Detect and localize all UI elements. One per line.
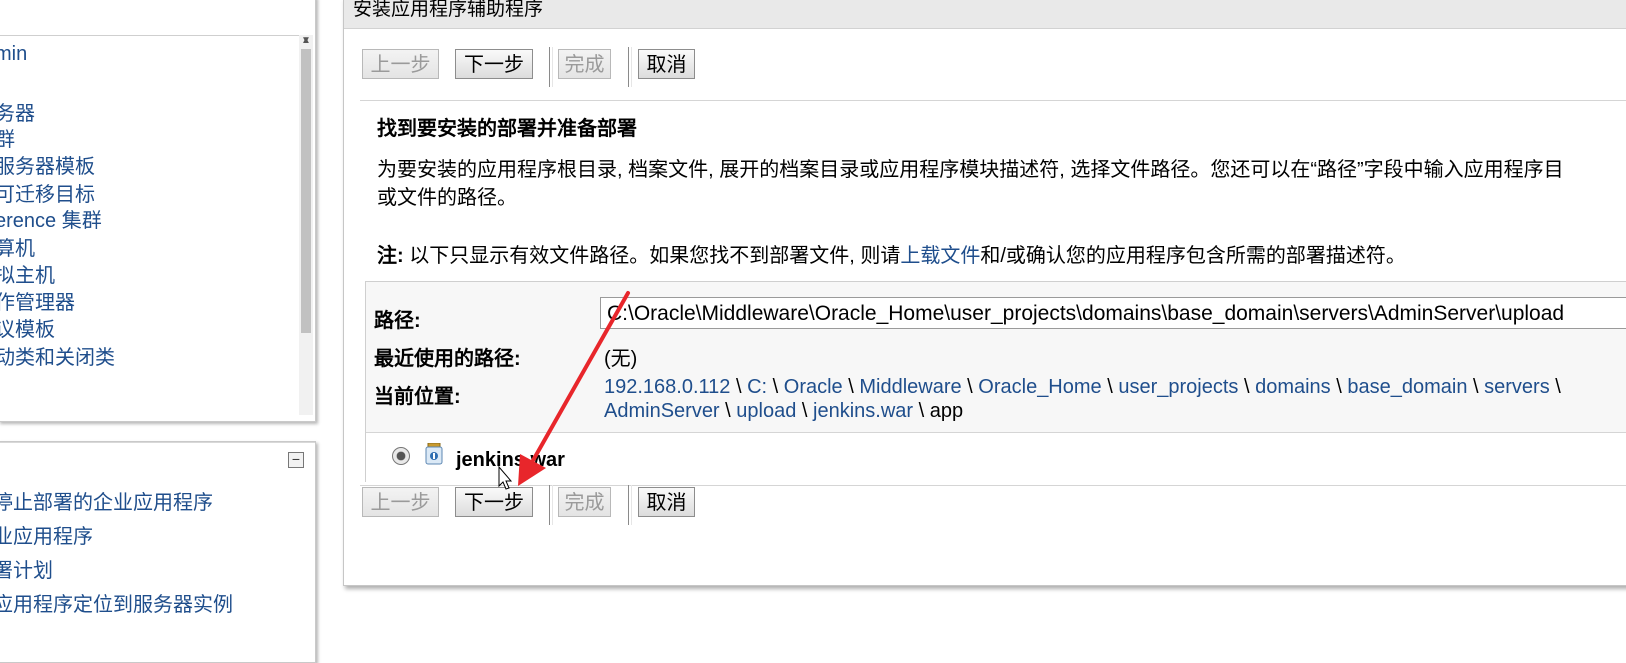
install-assistant-panel: 安装应用程序辅助程序 上一步 下一步 完成 取消 找到要安装的部署并准备部署 为… — [343, 0, 1626, 586]
location-breadcrumb-line2: AdminServer \ upload \ jenkins.war \ app — [604, 400, 963, 423]
scroll-up-icon[interactable]: ▲ — [299, 35, 313, 47]
collapse-icon[interactable]: − — [288, 452, 304, 468]
archive-file-icon — [425, 443, 443, 465]
task-link[interactable]: 停止部署的企业应用程序 — [0, 486, 213, 515]
note-text-1: 以下只显示有效文件路径。如果您找不到部署文件, 则请 — [403, 245, 901, 267]
breadcrumb-link[interactable]: upload — [736, 400, 796, 422]
tree-item[interactable]: 可迁移目标 — [0, 178, 95, 207]
breadcrumb-separator: \ — [1238, 376, 1256, 398]
note-label: 注: — [377, 245, 404, 267]
breadcrumb-separator: \ — [767, 376, 784, 398]
tree-item[interactable]: erence 集群 — [0, 204, 102, 233]
tree-item[interactable]: min — [0, 43, 27, 66]
tree-item[interactable]: 动类和关闭类 — [0, 341, 115, 370]
description: 为要安装的应用程序根目录, 档案文件, 展开的档案目录或应用程序模块描述符, 选… — [377, 156, 1564, 212]
breadcrumb-separator: \ — [842, 376, 860, 398]
cancel-button[interactable]: 取消 — [638, 49, 695, 79]
panel-title: 安装应用程序辅助程序 — [344, 0, 1626, 29]
tree-item[interactable]: 作管理器 — [0, 286, 75, 315]
task-link[interactable]: 应用程序定位到服务器实例 — [0, 588, 233, 617]
breadcrumb-link[interactable]: servers — [1484, 376, 1550, 398]
breadcrumb-separator: \ — [730, 376, 748, 398]
breadcrumb-separator: \ — [1330, 376, 1348, 398]
section-heading: 找到要安装的部署并准备部署 — [377, 118, 637, 140]
panel-divider — [0, 442, 315, 443]
how-do-i-panel: − 停止部署的企业应用程序 业应用程序署计划应用程序定位到服务器实例 — [0, 441, 316, 663]
next-button[interactable]: 下一步 — [455, 49, 533, 79]
cancel-button[interactable]: 取消 — [638, 487, 695, 517]
breadcrumb-separator: \ — [719, 400, 737, 422]
tree-item[interactable]: 算机 — [0, 232, 35, 261]
button-separator — [549, 485, 553, 525]
button-separator — [628, 47, 632, 87]
breadcrumb-separator: \ — [913, 400, 925, 422]
finish-button[interactable]: 完成 — [558, 487, 611, 517]
scrollbar-thumb[interactable] — [301, 49, 311, 333]
task-link[interactable]: 署计划 — [0, 554, 53, 583]
task-link[interactable]: 业应用程序 — [0, 520, 93, 549]
breadcrumb-link[interactable]: base_domain — [1347, 376, 1467, 398]
description-line: 或文件的路径。 — [377, 187, 517, 209]
breadcrumb-link[interactable]: user_projects — [1118, 376, 1238, 398]
recent-paths-label: 最近使用的路径: — [374, 348, 521, 370]
note-text-2: 和/或确认您的应用程序包含所需的部署描述符。 — [980, 245, 1406, 267]
finish-button[interactable]: 完成 — [558, 49, 611, 79]
upload-file-link[interactable]: 上载文件 — [900, 245, 980, 267]
breadcrumb-link[interactable]: Oracle_Home — [978, 376, 1101, 398]
breadcrumb-separator: \ — [1101, 376, 1119, 398]
recent-paths-value: (无) — [604, 348, 638, 370]
breadcrumb-separator: \ — [961, 376, 979, 398]
path-selection-box: 路径: C:\Oracle\Middleware\Oracle_Home\use… — [365, 281, 1626, 482]
breadcrumb-link[interactable]: Oracle — [784, 376, 843, 398]
tree-scrollbar[interactable]: ▲ ▼ — [299, 35, 313, 415]
path-input[interactable]: C:\Oracle\Middleware\Oracle_Home\user_pr… — [600, 297, 1626, 329]
button-separator — [628, 485, 632, 525]
next-button[interactable]: 下一步 — [455, 487, 533, 517]
file-radio-button[interactable] — [392, 447, 410, 465]
domain-structure-panel: min 务器群服务器模板 可迁移目标 erence 集群 算机 拟主机 作管理器 议模板 动类和… — [0, 0, 316, 422]
breadcrumb-current: app — [929, 400, 964, 422]
breadcrumb-link[interactable]: domains — [1255, 376, 1331, 398]
path-label: 路径: — [374, 310, 421, 332]
tree-item[interactable]: 拟主机 — [0, 259, 55, 288]
panel-divider — [0, 35, 299, 36]
tree-item[interactable]: 服务器模板 — [0, 150, 95, 179]
breadcrumb-link[interactable]: C: — [747, 376, 767, 398]
tree-item[interactable]: 务器 — [0, 97, 35, 126]
back-button[interactable]: 上一步 — [362, 49, 439, 79]
breadcrumb-link[interactable]: 192.168.0.112 — [604, 376, 730, 398]
tree-item[interactable]: 群 — [0, 123, 15, 152]
divider — [360, 100, 1626, 101]
file-name[interactable]: jenkins.war — [456, 449, 565, 472]
current-location-label: 当前位置: — [374, 386, 461, 408]
back-button[interactable]: 上一步 — [362, 487, 439, 517]
note-text: 注: 以下只显示有效文件路径。如果您找不到部署文件, 则请上载文件和/或确认您的… — [377, 239, 1406, 268]
breadcrumb-link[interactable]: AdminServer — [604, 400, 720, 422]
breadcrumb-separator: \ — [1467, 376, 1485, 398]
description-line: 为要安装的应用程序根目录, 档案文件, 展开的档案目录或应用程序模块描述符, 选… — [377, 159, 1564, 181]
breadcrumb-separator: \ — [796, 400, 814, 422]
file-list-row[interactable]: jenkins.war — [366, 432, 1626, 482]
button-separator — [549, 47, 553, 87]
location-breadcrumb-line1: 192.168.0.112 \ C: \ Oracle \ Middleware… — [604, 376, 1561, 399]
breadcrumb-link[interactable]: jenkins.war — [813, 400, 913, 422]
breadcrumb-link[interactable]: Middleware — [859, 376, 961, 398]
breadcrumb-separator: \ — [1549, 376, 1561, 398]
tree-item[interactable]: 议模板 — [0, 313, 55, 342]
